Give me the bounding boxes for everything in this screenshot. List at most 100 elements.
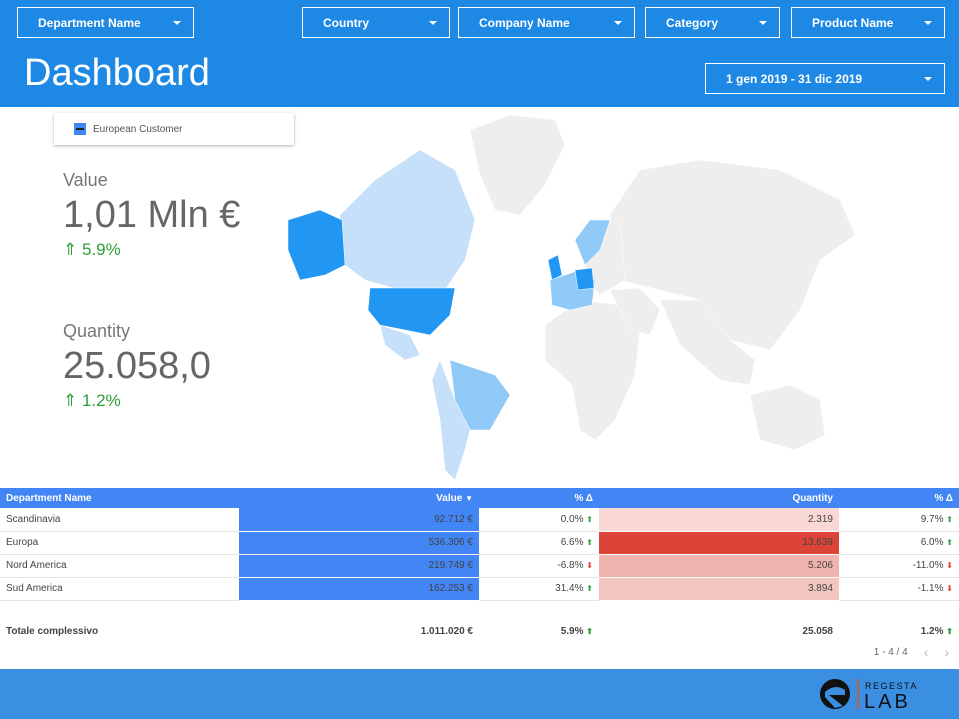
arrow-down-icon: ⬇ [946,561,953,570]
date-range-picker[interactable]: 1 gen 2019 - 31 dic 2019 [705,63,945,94]
cell-department: Sud America [0,577,239,601]
total-label: Totale complessivo [6,625,99,637]
delta-text: 9.7% [920,513,944,525]
cell-quantity: 3.894 [599,577,839,601]
cell-value-delta: 6.6% ⬆ [479,531,599,555]
cell-quantity-delta: -11.0% ⬇ [839,554,959,578]
map-alaska [287,209,346,281]
svg-text:REGESTA: REGESTA [865,681,918,691]
col-quantity-delta[interactable]: % Δ [839,488,959,508]
arrow-down-icon: ⬇ [946,584,953,593]
map-legend[interactable]: European Customer [54,113,294,145]
kpi-value-label: Value [63,170,108,190]
table-row[interactable]: Scandinavia 92.712 € 0.0% ⬆ 2.319 9.7% ⬆ [0,508,959,532]
legend-swatch-icon [74,123,86,135]
pagination-text: 1 - 4 / 4 [873,646,908,658]
department-table: Department Name Value ▼ % Δ Quantity % Δ… [0,488,959,652]
cell-department: Scandinavia [0,508,239,532]
pagination: 1 - 4 / 4 ‹ › [874,644,949,660]
kpi-quantity: 25.058,0 [63,345,211,387]
kpi-quantity-label: Quantity [63,321,131,341]
filter-label: Department Name [38,15,141,30]
total-quantity: 25.058 [802,625,833,637]
kpi-value-delta: ⇑ 5.9% [63,240,121,260]
cell-quantity: 13.639 [599,531,839,555]
filter-category[interactable]: Category [645,7,780,38]
cell-value: 219.749 € [239,554,479,578]
arrow-up-icon: ⬆ [946,538,953,547]
cell-quantity-delta: 6.0% ⬆ [839,531,959,555]
col-value-delta[interactable]: % Δ [479,488,599,508]
cell-value: 92.712 € [239,508,479,532]
map-canada [339,149,476,291]
cell-value-delta: -6.8% ⬇ [479,554,599,578]
filter-company-name[interactable]: Company Name [458,7,635,38]
table-row[interactable]: Nord America 219.749 € -6.8% ⬇ 5.206 -11… [0,554,959,578]
cell-quantity-delta: -1.1% ⬇ [839,577,959,601]
filter-label: Category [666,15,719,30]
arrow-up-icon: ⇑ [63,391,78,410]
filter-label: Product Name [812,15,894,30]
col-quantity[interactable]: Quantity [599,488,839,508]
filter-country[interactable]: Country [302,7,450,38]
map-uk [547,254,563,281]
filter-label: Country [323,15,369,30]
cell-quantity: 2.319 [599,508,839,532]
arrow-up-icon: ⬆ [586,584,593,593]
delta-text: 1.2% [81,391,121,410]
world-map[interactable] [280,110,860,482]
chevron-right-icon[interactable]: › [944,644,949,660]
cell-quantity: 5.206 [599,554,839,578]
delta-text: 5.9% [81,240,121,259]
filter-department-name[interactable]: Department Name [17,7,194,38]
arrow-up-icon: ⬆ [586,514,593,524]
delta-text: 0.0% [560,513,584,525]
map-greenland [469,114,566,216]
chevron-down-icon [429,21,437,25]
arrow-down-icon: ⬇ [586,561,593,570]
chevron-down-icon [614,21,622,25]
delta-text: 5.9% [560,625,584,637]
cell-value: 162.253 € [239,577,479,601]
regesta-lab-logo: REGESTA LAB [817,675,947,713]
delta-text: -11.0% [912,560,944,571]
cell-value-delta: 31.4% ⬆ [479,577,599,601]
cell-value: 536.306 € [239,531,479,555]
footer: REGESTA LAB [0,669,959,719]
cell-quantity-delta: 9.7% ⬆ [839,508,959,532]
chevron-left-icon[interactable]: ‹ [924,644,929,660]
total-value: 1.011.020 € [420,625,473,637]
col-department-name[interactable]: Department Name [0,488,239,508]
map-australia [749,384,826,451]
sort-desc-icon: ▼ [465,493,473,503]
delta-text: 1.2% [920,625,944,637]
chevron-down-icon [759,21,767,25]
svg-text:LAB: LAB [864,691,911,713]
chevron-down-icon [173,21,181,25]
table-row[interactable]: Europa 536.306 € 6.6% ⬆ 13.639 6.0% ⬆ [0,531,959,555]
filter-product-name[interactable]: Product Name [791,7,945,38]
chevron-down-icon [924,21,932,25]
kpi-quantity-delta: ⇑ 1.2% [63,391,121,411]
arrow-up-icon: ⬆ [946,626,953,636]
legend-label: European Customer [93,123,183,135]
delta-text: -1.1% [917,583,944,594]
arrow-up-icon: ⬆ [586,538,593,547]
cell-department: Nord America [0,554,239,578]
page-title: Dashboard [24,52,210,94]
table-row[interactable]: Sud America 162.253 € 31.4% ⬆ 3.894 -1.1… [0,577,959,601]
filter-label: Company Name [479,15,570,30]
cell-value-delta: 0.0% ⬆ [479,508,599,532]
arrow-up-icon: ⬆ [946,514,953,524]
map-germany [574,267,595,291]
col-value[interactable]: Value ▼ [239,488,479,508]
delta-text: 31.4% [555,583,584,594]
kpi-value: 1,01 Mln € [63,194,241,236]
date-range-label: 1 gen 2019 - 31 dic 2019 [726,71,863,86]
cell-department: Europa [0,531,239,555]
delta-text: 6.0% [920,537,944,548]
total-value-delta: 5.9% ⬆ [479,600,599,652]
delta-text: 6.6% [560,537,584,548]
arrow-up-icon: ⬆ [586,626,593,636]
header: Department Name Country Company Name Cat… [0,0,959,107]
